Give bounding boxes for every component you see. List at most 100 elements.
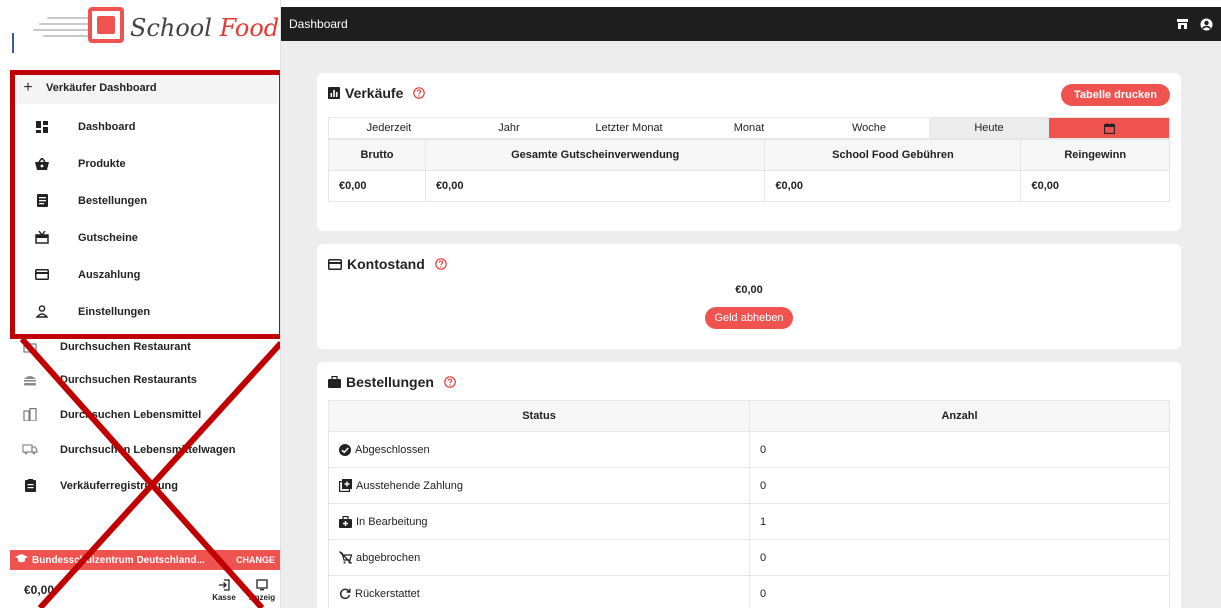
- page-title: Dashboard: [289, 17, 348, 31]
- vendor-dashboard-label: Verkäufer Dashboard: [46, 82, 157, 94]
- sales-title: Verkäufe: [345, 85, 404, 101]
- account-balance-card: Kontostand €0,00 Geld abheben: [317, 244, 1181, 349]
- school-selector[interactable]: Bundesschulzentrum Deutschland... CHANGE: [10, 550, 280, 570]
- sidebar-item-produkte[interactable]: Produkte: [10, 145, 278, 182]
- status-count: 0: [749, 575, 1170, 608]
- calendar-button[interactable]: [1049, 118, 1169, 138]
- help-icon[interactable]: [434, 258, 447, 270]
- sidebar-item-gutscheine[interactable]: Gutscheine: [10, 219, 278, 256]
- status-label: Abgeschlossen: [355, 443, 430, 456]
- col-count: Anzahl: [749, 400, 1170, 432]
- help-icon[interactable]: [413, 87, 426, 99]
- sales-card: Verkäufe Tabelle drucken Jederzeit Jahr …: [317, 73, 1181, 231]
- sidebar-item-browse-restaurants[interactable]: Durchsuchen Restaurants: [0, 362, 280, 397]
- net-value: €0,00: [1020, 170, 1170, 202]
- period-tabs: Jederzeit Jahr Letzter Monat Monat Woche…: [328, 117, 1170, 139]
- store-icon: [0, 341, 60, 353]
- col-net: Reingewinn: [1020, 139, 1170, 171]
- vendor-dashboard-toggle[interactable]: + Verkäufer Dashboard: [10, 72, 278, 104]
- account-balance-value: €0,00: [735, 284, 763, 296]
- store-front-icon[interactable]: [1173, 19, 1191, 29]
- scroll-indicator: [12, 33, 14, 53]
- table-row: In Bearbeitung 1: [328, 503, 1170, 540]
- table-row: Ausstehende Zahlung 0: [328, 467, 1170, 504]
- tab-jederzeit[interactable]: Jederzeit: [329, 118, 449, 138]
- school-food-logo[interactable]: School Food: [0, 0, 280, 56]
- clipboard-icon: [0, 479, 60, 492]
- status-count: 0: [749, 431, 1170, 468]
- sidebar-item-label: Durchsuchen Lebensmittelwagen: [60, 443, 236, 456]
- account-circle-icon[interactable]: [1197, 18, 1215, 31]
- lunchbox-icon: [88, 7, 124, 43]
- status-label: Rückerstattet: [355, 587, 420, 600]
- logo-text-accent: Food: [219, 14, 280, 42]
- check-circle-icon: [339, 443, 351, 456]
- status-count: 0: [749, 467, 1170, 504]
- person-icon: [10, 305, 82, 318]
- sidebar-item-label: Auszahlung: [78, 268, 141, 281]
- orders-card: Bestellungen Status Anzahl Abgeschlossen: [317, 362, 1181, 608]
- sidebar-item-label: Durchsuchen Restaurants: [60, 373, 197, 386]
- status-count: 1: [749, 503, 1170, 540]
- col-voucher-usage: Gesamte Gutscheinverwendung: [424, 139, 766, 171]
- help-icon[interactable]: [444, 376, 456, 388]
- tab-woche[interactable]: Woche: [809, 118, 929, 138]
- top-bar: Dashboard: [281, 7, 1221, 41]
- sidebar-item-browse-groceries[interactable]: Durchsuchen Lebensmittel: [0, 397, 280, 432]
- table-row: abgebrochen 0: [328, 539, 1170, 576]
- sidebar-item-label: Dashboard: [78, 120, 136, 133]
- sidebar-item-browse-food-trucks[interactable]: Durchsuchen Lebensmittelwagen: [0, 432, 280, 467]
- col-status: Status: [328, 400, 750, 432]
- table-row: Rückerstattet 0: [328, 575, 1170, 608]
- refresh-icon: [339, 588, 351, 600]
- sidebar-item-bestellungen[interactable]: Bestellungen: [10, 182, 278, 219]
- status-label: abgebrochen: [356, 551, 421, 564]
- withdraw-button[interactable]: Geld abheben: [705, 307, 793, 329]
- add-box-icon: [339, 479, 352, 492]
- kasse-button[interactable]: Kasse: [205, 578, 243, 602]
- account-title: Kontostand: [347, 256, 425, 272]
- kasse-label: Kasse: [212, 592, 236, 602]
- logo-text-main: School: [130, 14, 212, 42]
- sidebar-item-label: Gutscheine: [78, 231, 138, 244]
- brutto-value: €0,00: [328, 170, 426, 202]
- burger-icon: [0, 374, 60, 386]
- calendar-icon: [1103, 122, 1115, 134]
- col-brutto: Brutto: [328, 139, 426, 171]
- sidebar-item-label: Einstellungen: [78, 305, 151, 318]
- fees-value: €0,00: [764, 170, 1022, 202]
- anzeige-label: Anzeig: [248, 592, 276, 602]
- orders-title: Bestellungen: [346, 374, 434, 390]
- status-label: In Bearbeitung: [356, 515, 428, 528]
- orders-table: Status Anzahl Abgeschlossen 0 Ausstehend…: [328, 400, 1170, 608]
- card-icon: [328, 258, 342, 270]
- school-name: Bundesschulzentrum Deutschland...: [32, 554, 205, 566]
- change-school-button[interactable]: CHANGE: [236, 555, 280, 565]
- card-icon: [10, 269, 82, 280]
- chart-icon: [328, 87, 340, 99]
- sidebar-item-label: Bestellungen: [78, 194, 148, 207]
- sidebar-item-label: Durchsuchen Restaurant: [60, 340, 191, 353]
- sales-table: Brutto Gesamte Gutscheinverwendung Schoo…: [328, 139, 1170, 202]
- tab-letzter-monat[interactable]: Letzter Monat: [569, 118, 689, 138]
- tab-heute[interactable]: Heute: [929, 118, 1049, 138]
- graduation-cap-icon: [10, 553, 32, 567]
- sidebar-item-browse-restaurant[interactable]: Durchsuchen Restaurant: [0, 329, 280, 364]
- basket-icon: [10, 157, 82, 170]
- plus-icon: +: [23, 79, 33, 96]
- print-table-button[interactable]: Tabelle drucken: [1061, 84, 1170, 106]
- building-icon: [0, 408, 60, 421]
- sidebar-item-einstellungen[interactable]: Einstellungen: [10, 293, 278, 330]
- sidebar-item-dashboard[interactable]: Dashboard: [10, 108, 278, 145]
- cart-off-icon: [339, 551, 352, 564]
- sidebar-item-vendor-registration[interactable]: Verkäuferregistrierung: [0, 468, 280, 503]
- coupon-icon: [10, 231, 82, 244]
- speed-lines-icon: [33, 14, 91, 40]
- anzeige-button[interactable]: Anzeig: [243, 578, 280, 602]
- tab-monat[interactable]: Monat: [689, 118, 809, 138]
- voucher-usage-value: €0,00: [424, 170, 766, 202]
- tab-jahr[interactable]: Jahr: [449, 118, 569, 138]
- briefcase-icon: [328, 376, 341, 388]
- sidebar-item-auszahlung[interactable]: Auszahlung: [10, 256, 278, 293]
- dashboard-icon: [10, 120, 82, 133]
